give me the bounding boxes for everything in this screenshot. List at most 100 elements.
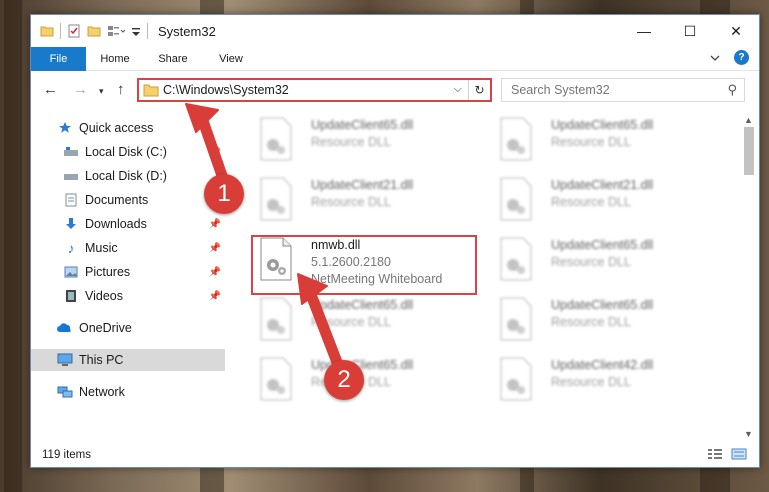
documents-icon: [63, 192, 79, 208]
pin-icon[interactable]: 📌: [209, 243, 221, 254]
tab-view[interactable]: View: [202, 53, 260, 65]
file-description: Resource DLL: [551, 375, 631, 389]
list-item[interactable]: UpdateClient65.dll Resource DLL: [251, 113, 477, 169]
dll-file-icon: [500, 297, 532, 341]
sidebar-item-network[interactable]: Network: [31, 381, 225, 403]
customize-toolbar-icon[interactable]: [131, 24, 141, 38]
file-description: Resource DLL: [311, 315, 391, 329]
minimize-button[interactable]: —: [621, 15, 667, 47]
expand-ribbon-icon[interactable]: [710, 54, 720, 62]
sidebar-item-quick-access[interactable]: Quick access: [31, 117, 225, 139]
file-name: UpdateClient21.dll: [311, 178, 414, 192]
search-icon[interactable]: ⚲: [727, 82, 737, 98]
file-description: Resource DLL: [551, 315, 631, 329]
pin-icon[interactable]: 📌: [209, 147, 221, 158]
file-name: UpdateClient42.dll: [551, 358, 654, 372]
sidebar-item-pictures[interactable]: Pictures 📌: [31, 261, 225, 283]
computer-icon: [57, 352, 73, 368]
chevron-down-icon[interactable]: ⌵: [454, 83, 462, 96]
scroll-up-icon[interactable]: ▲: [744, 115, 753, 125]
sidebar-item-label: This PC: [79, 353, 124, 367]
refresh-icon[interactable]: ↻: [468, 80, 490, 100]
dll-file-icon: [260, 177, 292, 221]
tab-share[interactable]: Share: [144, 53, 202, 65]
list-item[interactable]: UpdateClient65.dll Resource DLL: [251, 293, 477, 349]
file-name: UpdateClient65.dll: [551, 298, 654, 312]
sidebar-item-videos[interactable]: Videos 📌: [31, 285, 225, 307]
videos-icon: [63, 288, 79, 304]
file-name: UpdateClient65.dll: [311, 118, 414, 132]
sidebar-item-local-disk-c[interactable]: Local Disk (C:) 📌: [31, 141, 225, 163]
list-item[interactable]: UpdateClient21.dll Resource DLL: [251, 173, 477, 229]
properties-icon[interactable]: [67, 24, 81, 38]
sidebar-item-music[interactable]: ♪ Music 📌: [31, 237, 225, 259]
quick-access-toolbar: [31, 23, 148, 39]
sidebar-item-label: Videos: [85, 289, 123, 303]
sidebar-item-label: Pictures: [85, 265, 131, 279]
pin-icon[interactable]: 📌: [209, 219, 221, 230]
window-controls: — ☐ ✕: [621, 15, 759, 47]
sidebar-item-this-pc[interactable]: This PC: [31, 349, 225, 371]
forward-button[interactable]: →: [73, 81, 88, 98]
sidebar-item-onedrive[interactable]: OneDrive: [31, 317, 225, 339]
details-view-icon[interactable]: [707, 448, 723, 460]
explorer-window: System32 — ☐ ✕ File Home Share View ? ← …: [30, 14, 760, 468]
scroll-down-icon[interactable]: ▼: [744, 429, 753, 439]
network-icon: [57, 384, 73, 400]
sidebar-item-label: Local Disk (D:): [85, 169, 167, 183]
navigation-bar: ← → ▾ ↑ C:\Windows\System32 ⌵ ↻ ⚲: [31, 75, 759, 107]
sidebar-item-local-disk-d[interactable]: Local Disk (D:): [31, 165, 225, 187]
step-badge-2: 2: [324, 360, 364, 400]
address-bar[interactable]: C:\Windows\System32 ⌵ ↻: [137, 78, 492, 102]
sidebar-item-label: Local Disk (C:): [85, 145, 167, 159]
file-description: Resource DLL: [311, 195, 391, 209]
sidebar-item-documents[interactable]: Documents: [31, 189, 225, 211]
recent-locations-button[interactable]: ▾: [99, 86, 104, 97]
search-box[interactable]: ⚲: [501, 78, 745, 102]
file-description: Resource DLL: [311, 135, 391, 149]
star-icon: [57, 120, 73, 136]
new-folder-icon[interactable]: [87, 24, 101, 38]
list-item[interactable]: UpdateClient42.dll Resource DLL: [491, 353, 717, 409]
step-badge-1: 1: [204, 174, 244, 214]
list-item[interactable]: UpdateClient21.dll Resource DLL: [491, 173, 717, 229]
sidebar-item-downloads[interactable]: Downloads 📌: [31, 213, 225, 235]
search-input[interactable]: [502, 83, 712, 97]
back-button[interactable]: ←: [43, 81, 58, 98]
drive-icon: [63, 144, 79, 160]
address-path[interactable]: C:\Windows\System32: [163, 83, 289, 97]
sidebar-item-label: Music: [85, 241, 118, 255]
pin-icon[interactable]: 📌: [209, 291, 221, 302]
highlight-box-file: [251, 235, 477, 295]
up-button[interactable]: ↑: [117, 81, 125, 98]
scrollbar-thumb[interactable]: [744, 127, 754, 175]
close-button[interactable]: ✕: [713, 15, 759, 47]
title-bar: System32 — ☐ ✕: [31, 15, 759, 47]
cloud-icon: [57, 320, 73, 336]
list-item[interactable]: UpdateClient65.dll Resource DLL: [491, 233, 717, 289]
list-item[interactable]: UpdateClient65.dll Resource DLL: [491, 113, 717, 169]
dll-file-icon: [260, 117, 292, 161]
pin-icon[interactable]: 📌: [209, 267, 221, 278]
maximize-button[interactable]: ☐: [667, 15, 713, 47]
help-icon[interactable]: ?: [734, 50, 749, 65]
list-item[interactable]: UpdateClient65.dll Resource DLL: [251, 353, 477, 409]
toolbar-separator: [60, 23, 61, 39]
tiles-view-icon[interactable]: [731, 448, 747, 460]
file-description: Resource DLL: [551, 255, 631, 269]
item-count: 119 items: [42, 449, 92, 461]
file-name: UpdateClient65.dll: [551, 238, 654, 252]
list-item[interactable]: UpdateClient65.dll Resource DLL: [491, 293, 717, 349]
tab-home[interactable]: Home: [86, 53, 144, 65]
dll-file-icon: [260, 357, 292, 401]
view-options-icon[interactable]: [107, 24, 125, 38]
folder-icon[interactable]: [40, 24, 54, 38]
file-description: Resource DLL: [551, 195, 631, 209]
sidebar-item-label: Quick access: [79, 121, 154, 135]
sidebar-item-label: Documents: [85, 193, 149, 207]
downloads-icon: [63, 216, 79, 232]
tab-file[interactable]: File: [31, 46, 86, 71]
sidebar-item-label: Downloads: [85, 217, 147, 231]
vertical-scrollbar[interactable]: ▲ ▼: [741, 113, 757, 441]
dll-file-icon: [500, 177, 532, 221]
